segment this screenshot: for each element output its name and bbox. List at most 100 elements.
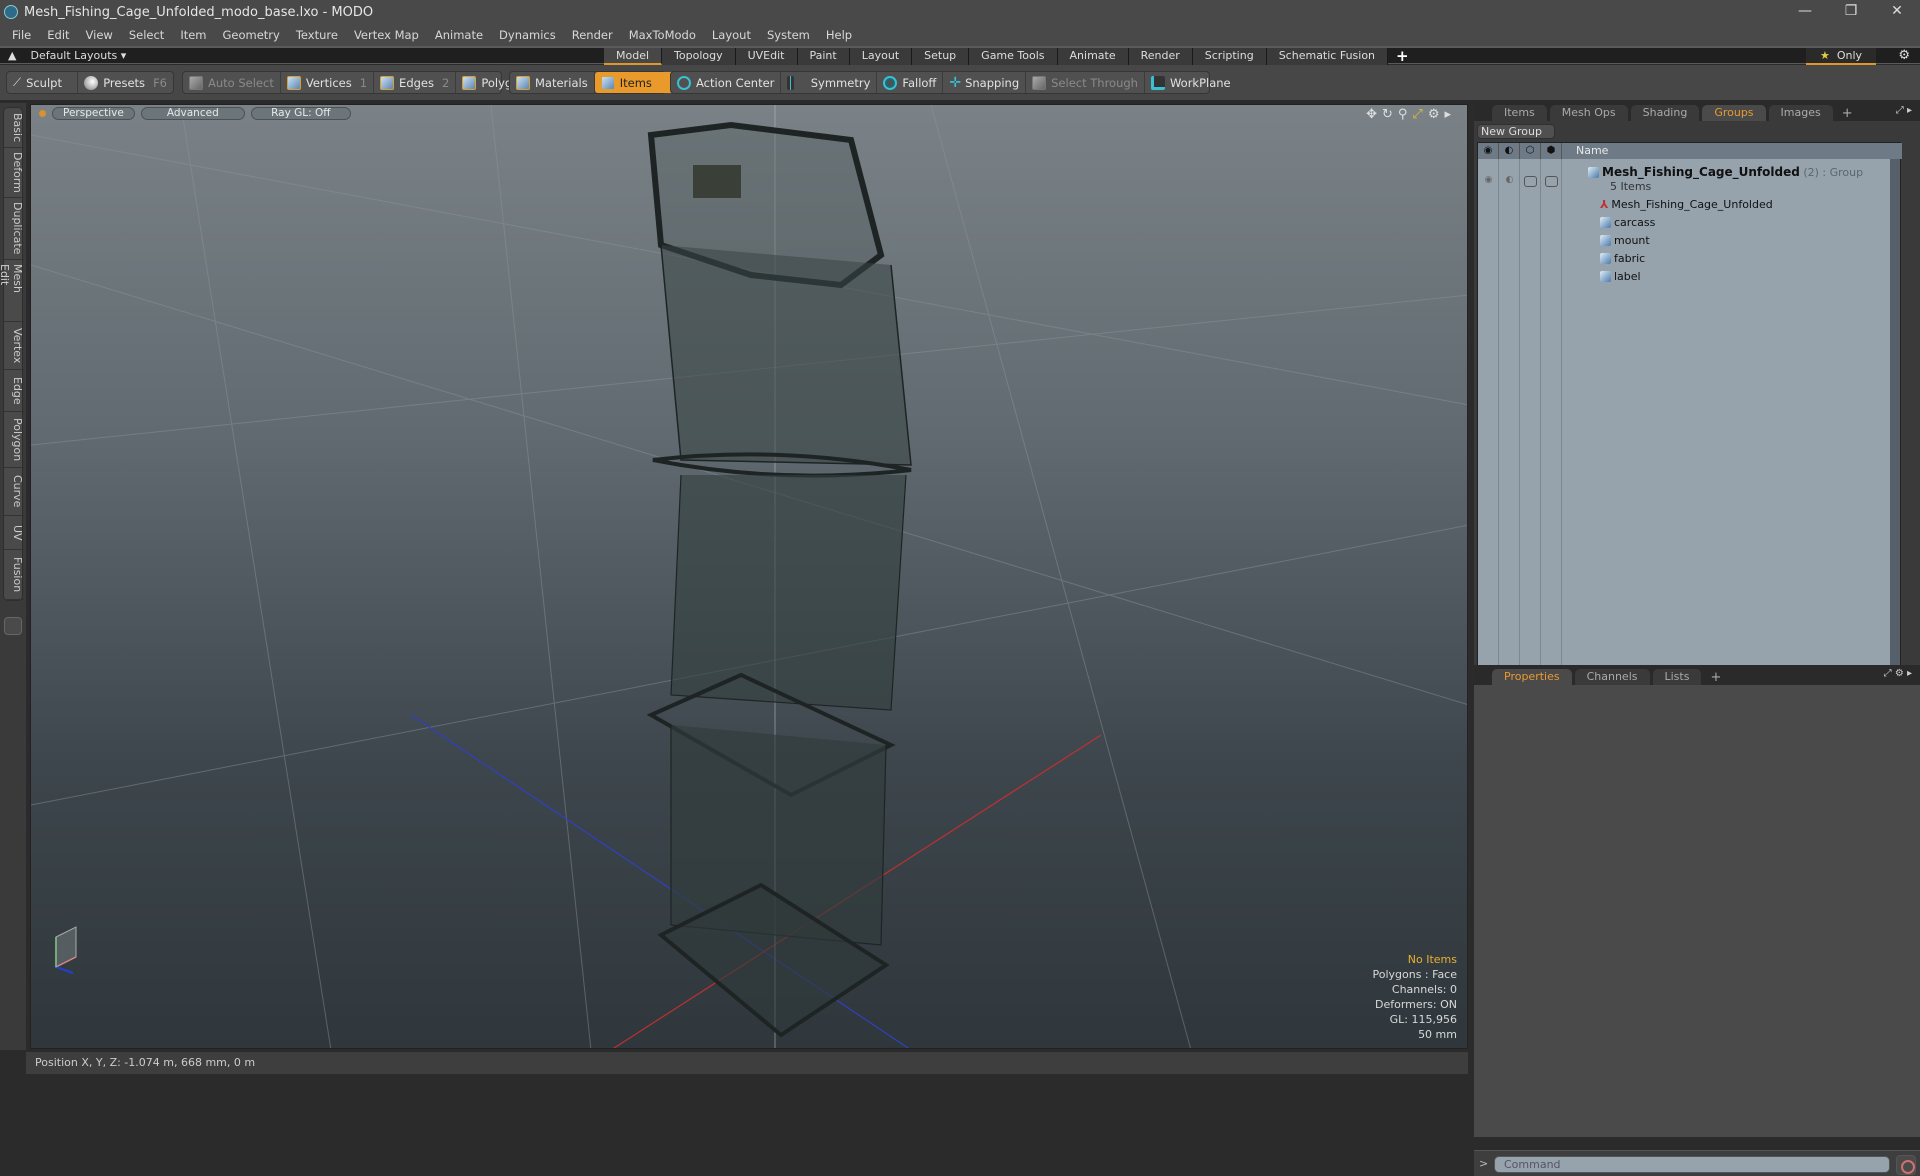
edges-button[interactable]: Edges 2	[374, 72, 457, 93]
auto-select-button[interactable]: Auto Select	[183, 72, 281, 93]
vtab-basic[interactable]: Basic	[4, 108, 24, 148]
vtab-vertex[interactable]: Vertex	[4, 322, 24, 370]
viewport-gear-icon[interactable]: ⚙	[1428, 107, 1440, 122]
falloff-button[interactable]: Falloff	[877, 72, 944, 93]
menu-layout[interactable]: Layout	[704, 28, 759, 42]
tab-game-tools[interactable]: Game Tools	[969, 48, 1058, 65]
vtab-edge[interactable]: Edge	[4, 370, 24, 412]
record-macro-button[interactable]	[1896, 1155, 1916, 1175]
group-select-toggle[interactable]	[1545, 176, 1558, 187]
vtab-polygon[interactable]: Polygon	[4, 412, 24, 468]
rotate-icon[interactable]: ↻	[1382, 107, 1393, 122]
tab-scripting[interactable]: Scripting	[1192, 48, 1267, 65]
snapping-button[interactable]: ✛ Snapping	[943, 72, 1027, 93]
tab-mesh-ops[interactable]: Mesh Ops	[1549, 105, 1628, 121]
gear-icon[interactable]: ⚙	[1898, 48, 1910, 64]
list-item[interactable]: carcass	[1600, 213, 1655, 231]
close-button[interactable]: ✕	[1874, 0, 1920, 24]
menu-texture[interactable]: Texture	[288, 28, 346, 42]
vtab-duplicate[interactable]: Duplicate	[4, 198, 24, 260]
visibility-column-icon[interactable]: ◉	[1478, 143, 1499, 159]
command-input[interactable]: Command	[1494, 1156, 1890, 1173]
shading-mode-button[interactable]: Advanced	[140, 107, 245, 120]
restore-button[interactable]: ❐	[1828, 0, 1874, 24]
vtab-fusion[interactable]: Fusion	[4, 550, 24, 600]
add-panel-tab-button[interactable]: +	[1836, 106, 1859, 121]
minimize-button[interactable]: —	[1782, 0, 1828, 24]
menu-dynamics[interactable]: Dynamics	[491, 28, 564, 42]
select-column-icon[interactable]: ⬢	[1541, 143, 1562, 159]
add-properties-tab-button[interactable]: +	[1704, 670, 1727, 685]
menu-item[interactable]: Item	[172, 28, 214, 42]
viewport-status-dot[interactable]	[39, 110, 46, 117]
tab-setup[interactable]: Setup	[912, 48, 970, 65]
toolbox-toggle-button[interactable]	[4, 617, 22, 635]
tab-topology[interactable]: Topology	[662, 48, 736, 65]
panel-expand-icon[interactable]: ⤢ ▸	[1896, 105, 1912, 116]
vtab-deform[interactable]: Deform	[4, 148, 24, 198]
3d-viewport[interactable]: Perspective Advanced Ray GL: Off ✥ ↻ ⚲ ⤢…	[30, 104, 1468, 1049]
tab-schematic-fusion[interactable]: Schematic Fusion	[1266, 48, 1389, 65]
menu-edit[interactable]: Edit	[39, 28, 77, 42]
menu-file[interactable]: File	[4, 28, 39, 42]
menu-help[interactable]: Help	[818, 28, 860, 42]
menu-select[interactable]: Select	[121, 28, 172, 42]
zoom-icon[interactable]: ⚲	[1398, 107, 1408, 122]
vertices-button[interactable]: Vertices 1	[281, 72, 375, 93]
materials-button[interactable]: Materials	[510, 72, 595, 93]
tab-images[interactable]: Images	[1768, 105, 1833, 121]
presets-button[interactable]: Presets F6	[78, 72, 173, 93]
menu-render[interactable]: Render	[564, 28, 621, 42]
materials-items-group: Materials Items5	[509, 71, 686, 94]
tab-properties[interactable]: Properties	[1492, 669, 1572, 685]
snapping-icon: ✛	[949, 74, 962, 91]
new-group-button[interactable]: New Group	[1477, 124, 1555, 139]
menu-maxtomodo[interactable]: MaxToModo	[621, 28, 704, 42]
menu-animate[interactable]: Animate	[427, 28, 491, 42]
menu-system[interactable]: System	[759, 28, 818, 42]
raygl-button[interactable]: Ray GL: Off	[250, 107, 351, 120]
vtab-curve[interactable]: Curve	[4, 468, 24, 516]
sculpt-button[interactable]: ⟋ Sculpt	[7, 72, 79, 93]
tab-render[interactable]: Render	[1128, 48, 1193, 65]
tab-lists[interactable]: Lists	[1652, 669, 1702, 685]
tab-channels[interactable]: Channels	[1574, 669, 1650, 685]
vtab-uv[interactable]: UV	[4, 516, 24, 550]
tab-animate[interactable]: Animate	[1057, 48, 1129, 65]
only-button[interactable]: ★ Only	[1806, 48, 1876, 65]
name-column-header[interactable]: Name	[1562, 143, 1608, 159]
select-through-button[interactable]: Select Through	[1026, 72, 1145, 93]
properties-expand-icon[interactable]: ⤢ ⚙ ▸	[1884, 668, 1912, 679]
lock-column-icon[interactable]: ⬡	[1520, 143, 1541, 159]
list-item[interactable]: fabric	[1600, 249, 1645, 267]
menu-vertex-map[interactable]: Vertex Map	[346, 28, 427, 42]
view-type-button[interactable]: Perspective	[52, 107, 135, 120]
tab-model[interactable]: Model	[604, 48, 663, 65]
tab-uvedit[interactable]: UVEdit	[735, 48, 798, 65]
group-render-toggle[interactable]: ◐	[1503, 176, 1516, 187]
tab-layout[interactable]: Layout	[849, 48, 913, 65]
list-item[interactable]: ⅄ Mesh_Fishing_Cage_Unfolded	[1600, 195, 1773, 213]
vtab-mesh-edit[interactable]: Mesh Edit	[0, 260, 24, 322]
list-item[interactable]: mount	[1600, 231, 1650, 249]
list-item[interactable]: label	[1600, 267, 1641, 285]
action-center-button[interactable]: Action Center	[671, 72, 782, 93]
pan-icon[interactable]: ✥	[1366, 107, 1377, 122]
symmetry-button[interactable]: Symmetry	[781, 72, 878, 93]
tab-shading[interactable]: Shading	[1630, 105, 1700, 121]
group-lock-toggle[interactable]	[1524, 176, 1537, 187]
layout-selector[interactable]: ▲ Default Layouts ▾	[8, 48, 126, 64]
tab-items[interactable]: Items	[1492, 105, 1547, 121]
menu-geometry[interactable]: Geometry	[215, 28, 288, 42]
add-tab-button[interactable]: +	[1388, 48, 1417, 65]
menu-view[interactable]: View	[78, 28, 121, 42]
group-visibility-toggle[interactable]: ◉	[1482, 176, 1495, 187]
workplane-button[interactable]: WorkPlane	[1145, 72, 1237, 93]
tab-paint[interactable]: Paint	[797, 48, 850, 65]
viewport-menu-arrow-icon[interactable]: ▸	[1444, 107, 1451, 122]
materials-icon	[516, 75, 530, 90]
maximize-icon[interactable]: ⤢	[1412, 107, 1422, 122]
tab-groups[interactable]: Groups	[1702, 105, 1766, 121]
collapse-icon[interactable]: ▲	[8, 49, 16, 62]
render-column-icon[interactable]: ◐	[1499, 143, 1520, 159]
